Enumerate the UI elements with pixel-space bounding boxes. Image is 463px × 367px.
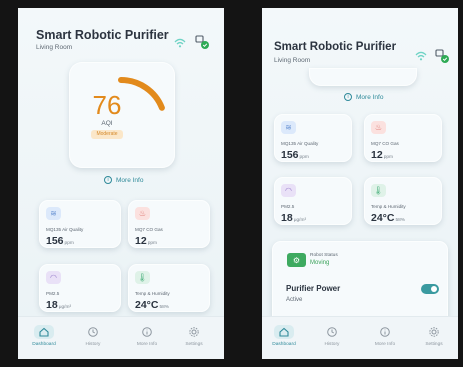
purifier-power-toggle[interactable] [421, 284, 439, 294]
purifier-power-state: Active [286, 297, 303, 303]
phone-screen-dashboard: Smart Robotic Purifier Living Room 76 AQ… [18, 8, 224, 359]
sensor-card-pm25[interactable]: ◠ PM2.5 18μg/m³ [39, 264, 121, 312]
sensor-card-co-gas[interactable]: ♨ MQ7 CO Gas 12ppm [364, 114, 442, 162]
more-info-label: More Info [356, 93, 384, 101]
flame-icon: ♨ [371, 121, 386, 134]
sensor-value: 18μg/m³ [281, 212, 307, 224]
sensor-value: 156ppm [46, 235, 74, 247]
sensor-card-pm25[interactable]: ◠ PM2.5 18μg/m³ [274, 177, 352, 225]
nav-history[interactable]: History [73, 325, 113, 347]
nav-settings[interactable]: Settings [174, 325, 214, 347]
nav-settings[interactable]: Settings [414, 325, 454, 347]
sensor-value: 24°C58% [371, 212, 406, 224]
sensor-label: MQ7 CO Gas [371, 141, 399, 146]
aqi-label: AQI [101, 120, 113, 127]
app-title: Smart Robotic Purifier [36, 28, 169, 42]
purifier-power-title: Purifier Power [286, 284, 341, 293]
flame-icon: ♨ [135, 207, 150, 220]
device-connected-icon[interactable] [194, 34, 210, 50]
sensor-card-co-gas[interactable]: ♨ MQ7 CO Gas 12ppm [128, 200, 210, 248]
thermometer-icon: 🌡 [371, 184, 386, 197]
nav-dashboard[interactable]: Dashboard [264, 325, 304, 347]
bottom-nav: Dashboard History More Info Settings [18, 316, 224, 359]
gauge-icon: ◠ [281, 184, 296, 197]
toggle-knob [431, 286, 437, 292]
info-icon [142, 327, 152, 337]
bottom-nav: Dashboard History More Info Settings [262, 316, 458, 359]
wind-icon: ≋ [46, 207, 61, 220]
info-circle-icon: i [104, 176, 112, 184]
gear-icon [429, 327, 439, 337]
gear-icon [189, 327, 199, 337]
device-connected-icon[interactable] [434, 48, 450, 64]
aqi-gauge-card[interactable]: 76 AQI Moderate [69, 62, 175, 168]
wifi-icon[interactable] [413, 48, 429, 64]
sensor-value: 12ppm [371, 149, 394, 161]
room-name: Living Room [36, 44, 73, 51]
sensor-card-air-quality[interactable]: ≋ MQ135 Air Quality 156ppm [39, 200, 121, 248]
nav-history[interactable]: History [312, 325, 352, 347]
more-info-link[interactable]: i More Info [104, 176, 143, 184]
clock-icon [88, 327, 98, 337]
sensor-value: 24°C58% [135, 299, 170, 311]
aqi-gauge-card-partial[interactable] [309, 68, 417, 86]
thermometer-icon: 🌡 [135, 271, 150, 284]
sensor-label: PM2.5 [46, 291, 60, 296]
sensor-value: 18μg/m³ [46, 299, 72, 311]
sensor-card-temp-humidity[interactable]: 🌡 Temp & Humidity 24°C58% [128, 264, 210, 312]
clock-icon [327, 327, 337, 337]
sensor-label: Temp & Humidity [371, 204, 406, 209]
gauge-icon: ◠ [46, 271, 61, 284]
info-circle-icon: i [344, 93, 352, 101]
robot-status-value: Moving [310, 260, 330, 266]
robot-status-title: Robot Status [310, 253, 338, 258]
info-icon [380, 327, 390, 337]
more-info-label: More Info [116, 176, 144, 184]
nav-dashboard[interactable]: Dashboard [24, 325, 64, 347]
sensor-card-air-quality[interactable]: ≋ MQ135 Air Quality 156ppm [274, 114, 352, 162]
home-icon [279, 327, 289, 337]
sensor-label: PM2.5 [281, 204, 295, 209]
sensor-label: MQ7 CO Gas [135, 227, 163, 232]
sensor-value: 156ppm [281, 149, 309, 161]
app-title: Smart Robotic Purifier [274, 41, 397, 53]
sensor-label: MQ135 Air Quality [46, 227, 84, 232]
more-info-link[interactable]: i More Info [344, 93, 383, 101]
aqi-value: 76 [92, 90, 122, 120]
nav-more-info[interactable]: More Info [365, 325, 405, 347]
aqi-status-badge: Moderate [91, 130, 123, 139]
sensor-value: 12ppm [135, 235, 158, 247]
home-icon [39, 327, 49, 337]
wifi-icon[interactable] [172, 35, 188, 51]
nav-more-info[interactable]: More Info [127, 325, 167, 347]
room-name: Living Room [274, 57, 311, 64]
sensor-card-temp-humidity[interactable]: 🌡 Temp & Humidity 24°C58% [364, 177, 442, 225]
robot-icon: ⚙ [287, 253, 306, 267]
sensor-label: Temp & Humidity [135, 291, 170, 296]
phone-screen-dashboard-scrolled: Smart Robotic Purifier Living Room i Mor… [262, 8, 458, 359]
sensor-label: MQ135 Air Quality [281, 141, 319, 146]
wind-icon: ≋ [281, 121, 296, 134]
